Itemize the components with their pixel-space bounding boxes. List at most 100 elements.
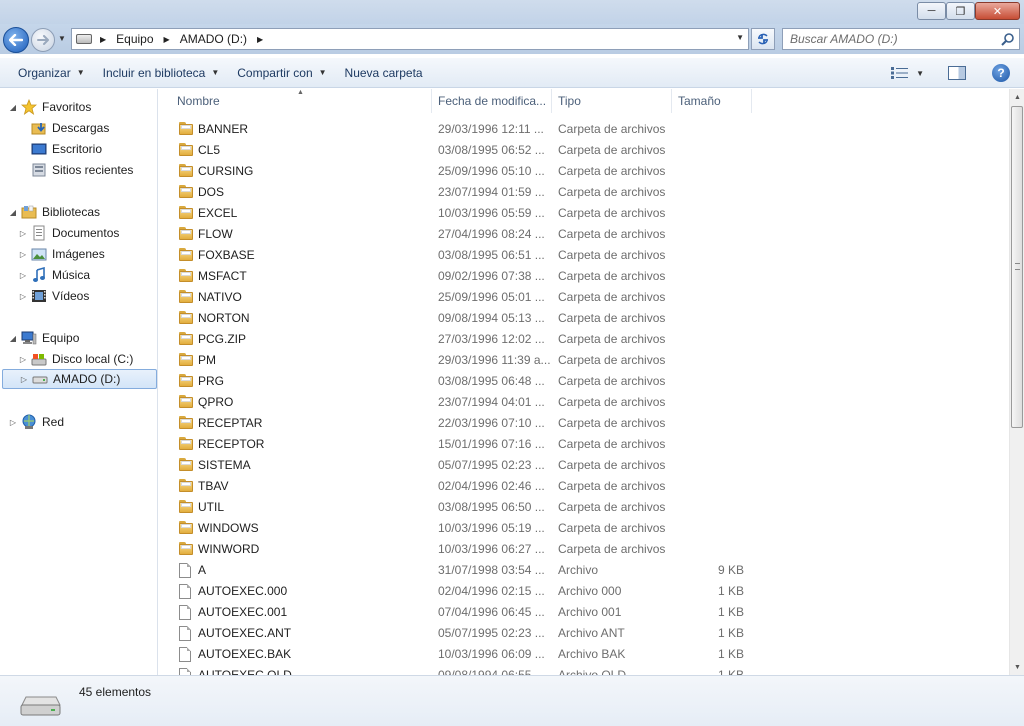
file-row[interactable]: RECEPTOR 15/01/1996 07:16 ... Carpeta de a… <box>159 434 1009 455</box>
file-row[interactable]: NATIVO 25/09/1996 05:01 ... Carpeta de arc… <box>159 287 1009 308</box>
file-row[interactable]: AUTOEXEC.BAK 10/03/1996 06:09 ... Archivo … <box>159 644 1009 665</box>
column-header-size[interactable]: Tamaño <box>672 89 752 113</box>
nav-favorites[interactable]: ◢ Favoritos <box>8 97 91 117</box>
nav-recent-places[interactable]: Sitios recientes <box>18 160 133 180</box>
file-size: 1 KB <box>717 605 744 619</box>
collapsed-triangle-icon[interactable]: ▷ <box>8 418 18 427</box>
file-row[interactable]: NORTON 09/08/1994 05:13 ... Carpeta de arc… <box>159 308 1009 329</box>
file-row[interactable]: WINDOWS 10/03/1996 05:19 ... Carpeta de ar… <box>159 518 1009 539</box>
search-input[interactable] <box>783 29 993 49</box>
file-row[interactable]: MSFACT 09/02/1996 07:38 ... Carpeta de arc… <box>159 266 1009 287</box>
file-date: 07/04/1996 06:45 ... <box>438 605 545 619</box>
file-row[interactable]: DOS 23/07/1994 01:59 ... Carpeta de archiv… <box>159 182 1009 203</box>
scroll-up-icon[interactable]: ▲ <box>1010 89 1024 105</box>
close-button[interactable]: ✕ <box>975 2 1020 20</box>
desktop-icon <box>31 141 47 157</box>
file-name: WINDOWS <box>198 521 259 535</box>
forward-button[interactable] <box>31 28 55 52</box>
view-options-dropdown-icon[interactable]: ▼ <box>916 69 924 78</box>
collapsed-triangle-icon[interactable]: ▷ <box>18 229 28 238</box>
file-name: NORTON <box>198 311 250 325</box>
file-row[interactable]: EXCEL 10/03/1996 05:59 ... Carpeta de arch… <box>159 203 1009 224</box>
nav-downloads[interactable]: Descargas <box>18 118 109 138</box>
file-row[interactable]: BANNER 29/03/1996 12:11 ... Carpeta de arc… <box>159 119 1009 140</box>
file-row[interactable]: RECEPTAR 22/03/1996 07:10 ... Carpeta de a… <box>159 413 1009 434</box>
column-header-type[interactable]: Tipo <box>552 89 672 113</box>
file-size: 1 KB <box>717 626 744 640</box>
preview-pane-icon[interactable] <box>948 66 966 80</box>
breadcrumb-separator-icon[interactable]: ▶ <box>257 35 263 44</box>
include-library-button[interactable]: Incluir en biblioteca ▼ <box>94 58 229 88</box>
file-row[interactable]: CL5 03/08/1995 06:52 ... Carpeta de archiv… <box>159 140 1009 161</box>
file-row[interactable]: WINWORD 10/03/1996 06:27 ... Carpeta de ar… <box>159 539 1009 560</box>
nav-desktop[interactable]: Escritorio <box>18 139 102 159</box>
nav-amado-drive[interactable]: ▷ AMADO (D:) <box>2 369 157 389</box>
folder-icon <box>179 206 194 220</box>
expanded-triangle-icon[interactable]: ◢ <box>8 334 18 343</box>
file-row[interactable]: A 31/07/1998 03:54 ... Archivo 9 KB <box>159 560 1009 581</box>
breadcrumb-drive[interactable]: AMADO (D:) <box>180 32 247 46</box>
nav-recent-label: Sitios recientes <box>52 163 134 177</box>
breadcrumb-separator-icon[interactable]: ▶ <box>164 35 170 44</box>
nav-network-label: Red <box>42 415 65 429</box>
expanded-triangle-icon[interactable]: ◢ <box>8 103 18 112</box>
address-dropdown-icon[interactable]: ▼ <box>736 33 744 42</box>
back-button[interactable] <box>3 27 29 53</box>
minimize-button[interactable]: ─ <box>917 2 946 20</box>
breadcrumb-separator-icon[interactable]: ▶ <box>100 35 106 44</box>
file-row[interactable]: UTIL 03/08/1995 06:50 ... Carpeta de archi… <box>159 497 1009 518</box>
expanded-triangle-icon[interactable]: ◢ <box>8 208 18 217</box>
nav-images[interactable]: ▷ Imágenes <box>18 244 105 264</box>
share-with-button[interactable]: Compartir con ▼ <box>228 58 335 88</box>
collapsed-triangle-icon[interactable]: ▷ <box>18 355 28 364</box>
organize-label: Organizar <box>18 65 71 80</box>
scrollbar-thumb[interactable] <box>1011 106 1023 428</box>
refresh-button[interactable] <box>751 28 775 50</box>
new-folder-button[interactable]: Nueva carpeta <box>336 58 432 88</box>
file-row[interactable]: FOXBASE 03/08/1995 06:51 ... Carpeta de ar… <box>159 245 1009 266</box>
search-box[interactable] <box>782 28 1020 50</box>
file-row[interactable]: FLOW 27/04/1996 08:24 ... Carpeta de archi… <box>159 224 1009 245</box>
file-type: Carpeta de archivos <box>558 479 666 493</box>
scroll-down-icon[interactable]: ▼ <box>1010 659 1024 675</box>
nav-libraries[interactable]: ◢ Bibliotecas <box>8 202 100 222</box>
file-name: PCG.ZIP <box>198 332 247 346</box>
file-row[interactable]: AUTOEXEC.OLD 09/08/1994 06:55 ... Archivo … <box>159 665 1009 675</box>
window-controls: ─ ❐ ✕ <box>917 2 1020 20</box>
file-name: PM <box>198 353 216 367</box>
file-row[interactable]: PCG.ZIP 27/03/1996 12:02 ... Carpeta de ar… <box>159 329 1009 350</box>
file-row[interactable]: TBAV 02/04/1996 02:46 ... Carpeta de archi… <box>159 476 1009 497</box>
nav-network[interactable]: ▷ Red <box>8 412 64 432</box>
file-row[interactable]: AUTOEXEC.000 02/04/1996 02:15 ... Archivo … <box>159 581 1009 602</box>
file-row[interactable]: AUTOEXEC.ANT 05/07/1995 02:23 ... Archivo … <box>159 623 1009 644</box>
nav-documents[interactable]: ▷ Documentos <box>18 223 119 243</box>
organize-button[interactable]: Organizar ▼ <box>9 58 94 88</box>
file-row[interactable]: QPRO 23/07/1994 04:01 ... Carpeta de archi… <box>159 392 1009 413</box>
collapsed-triangle-icon[interactable]: ▷ <box>18 292 28 301</box>
file-row[interactable]: SISTEMA 05/07/1995 02:23 ... Carpeta de ar… <box>159 455 1009 476</box>
help-icon[interactable]: ? <box>992 64 1010 82</box>
nav-favorites-label: Favoritos <box>42 100 92 114</box>
change-view-icon[interactable] <box>890 66 910 80</box>
collapsed-triangle-icon[interactable]: ▷ <box>18 271 28 280</box>
address-bar[interactable]: ▶ Equipo ▶ AMADO (D:) ▶ ▼ <box>71 28 749 50</box>
music-icon <box>31 267 47 283</box>
vertical-scrollbar[interactable]: ▲ ▼ <box>1009 89 1024 675</box>
nav-computer[interactable]: ◢ Equipo <box>8 328 79 348</box>
nav-videos[interactable]: ▷ Vídeos <box>18 286 89 306</box>
nav-music[interactable]: ▷ Música <box>18 265 90 285</box>
title-bar: ─ ❐ ✕ <box>0 0 1024 24</box>
file-row[interactable]: PM 29/03/1996 11:39 a... Carpeta de archiv… <box>159 350 1009 371</box>
file-row[interactable]: AUTOEXEC.001 07/04/1996 06:45 ... Archivo … <box>159 602 1009 623</box>
file-row[interactable]: PRG 03/08/1995 06:48 ... Carpeta de archiv… <box>159 371 1009 392</box>
column-header-date[interactable]: Fecha de modifica... <box>432 89 552 113</box>
collapsed-triangle-icon[interactable]: ▷ <box>18 250 28 259</box>
navigation-pane: ◢ Favoritos Descargas Escritorio Sitios … <box>0 89 158 675</box>
collapsed-triangle-icon[interactable]: ▷ <box>19 375 29 384</box>
nav-local-disk[interactable]: ▷ Disco local (C:) <box>18 349 133 369</box>
file-row[interactable]: CURSING 25/09/1996 05:10 ... Carpeta de ar… <box>159 161 1009 182</box>
breadcrumb-computer[interactable]: Equipo <box>116 32 153 46</box>
maximize-button[interactable]: ❐ <box>946 2 975 20</box>
recent-pages-dropdown-icon[interactable]: ▼ <box>58 34 68 44</box>
search-icon[interactable] <box>1001 32 1015 46</box>
